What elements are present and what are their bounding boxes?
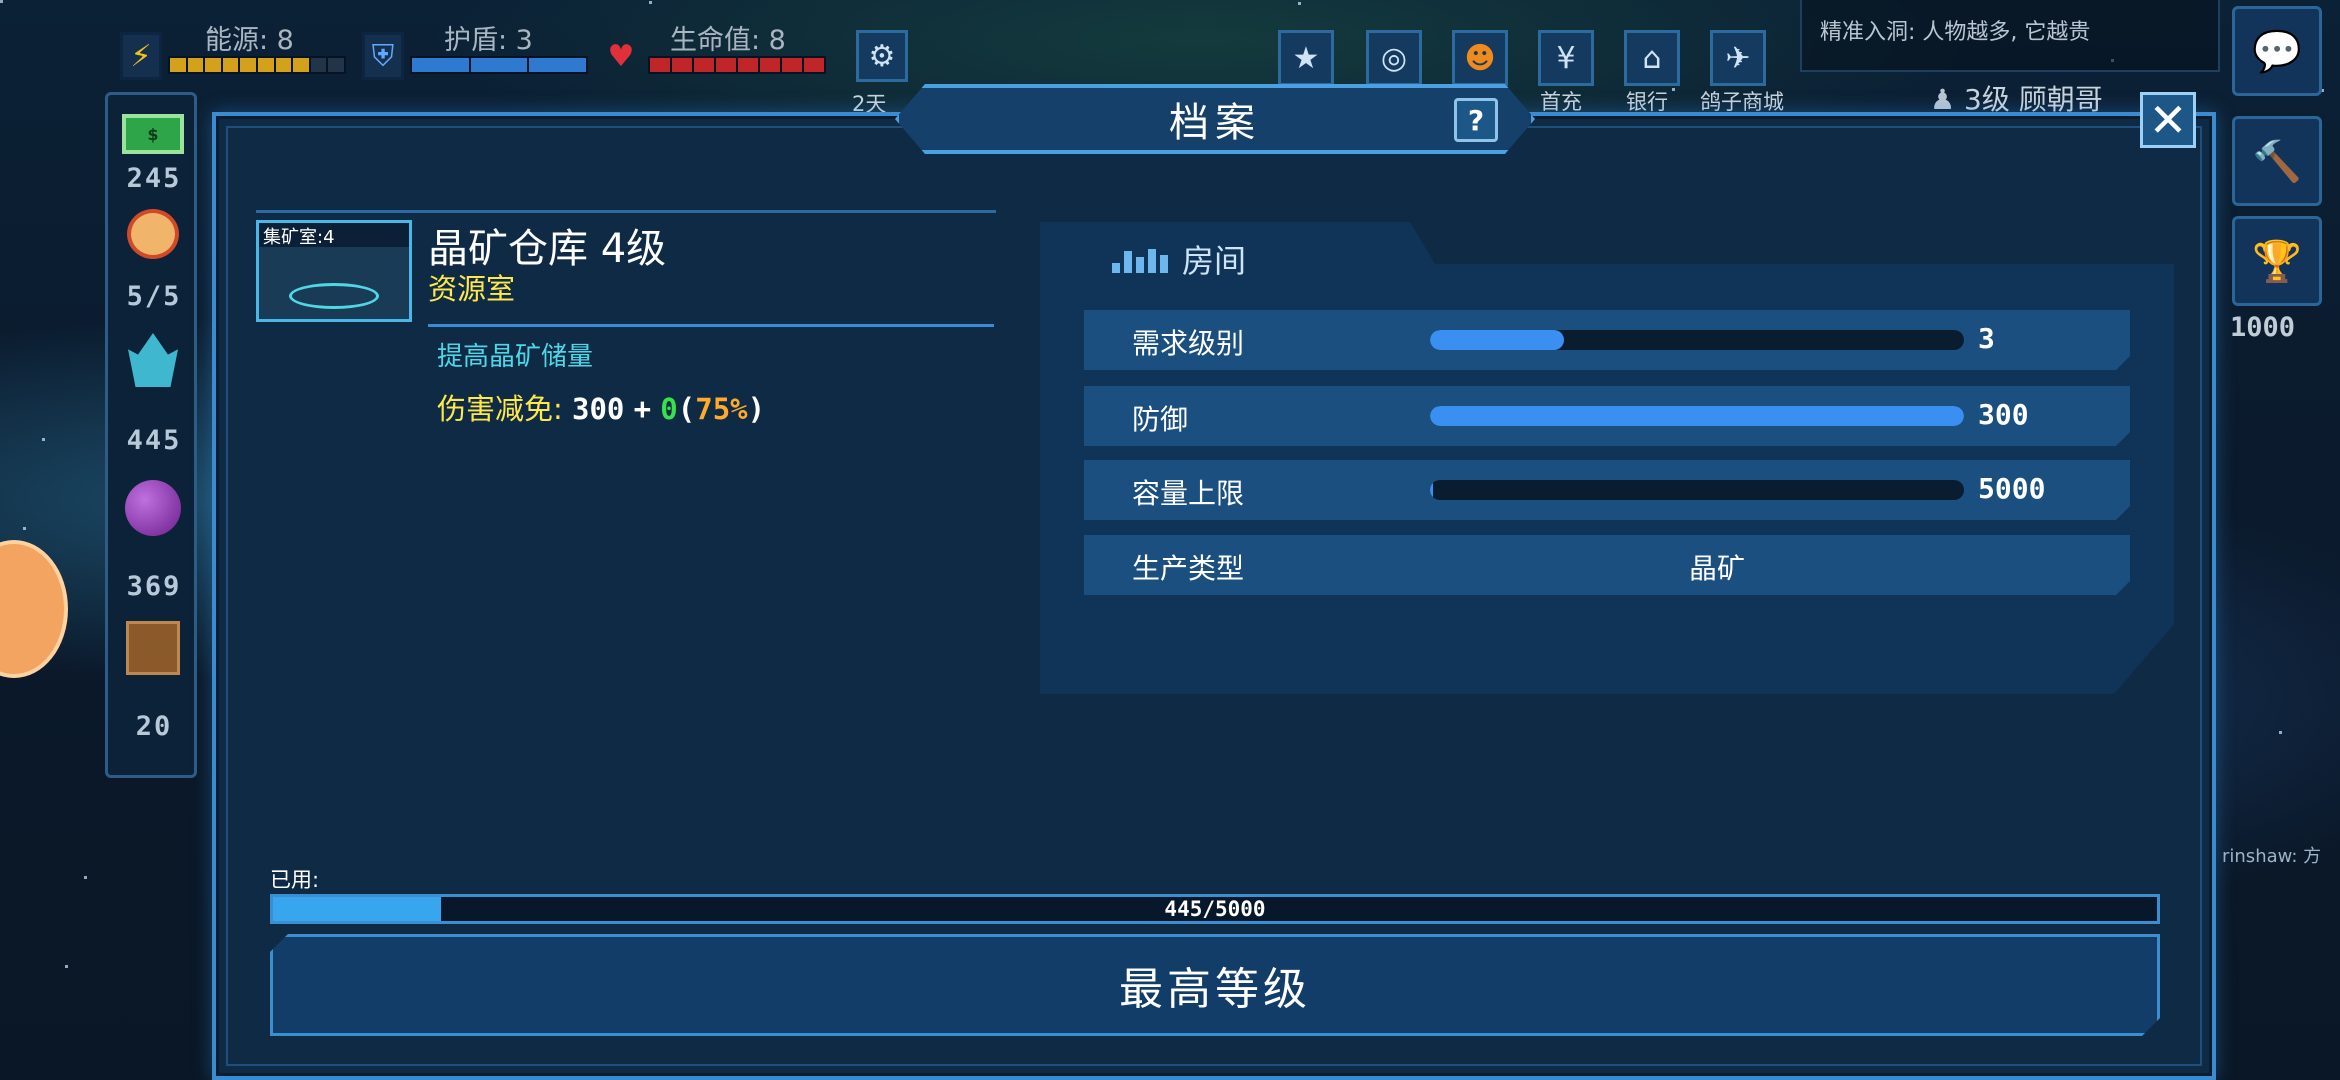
row-value: 5000 — [1978, 472, 2046, 505]
help-button[interactable]: ? — [1454, 98, 1498, 142]
stat-bonus: 0 — [660, 392, 678, 426]
room-row-defense: 防御 300 — [1084, 386, 2130, 446]
stat-percent: 75% — [695, 392, 748, 426]
hammer-icon: 🔨 — [2252, 138, 2302, 185]
usage-bar: 445/5000 — [270, 894, 2160, 924]
stat-label: 伤害减免: — [437, 392, 563, 426]
shield-icon: ⛨ — [362, 32, 404, 80]
pigeon-icon: ✈ — [1725, 40, 1751, 76]
row-label: 防御 — [1132, 403, 1189, 436]
crate-value: 20 — [135, 711, 173, 742]
room-heading: 房间 — [1112, 236, 1246, 282]
yen-icon: ¥ — [1556, 40, 1576, 76]
money-value: 245 — [126, 163, 182, 194]
top-button-bank[interactable]: ⌂ — [1624, 30, 1680, 86]
money-icon: $ — [122, 105, 184, 163]
top-button-pigeon[interactable]: ✈ — [1710, 30, 1766, 86]
energy-stat: 能源: 8 ⚡ — [120, 18, 350, 80]
row-label: 需求级别 — [1132, 327, 1245, 360]
panel-title: 档案 — [1169, 100, 1261, 146]
building-type: 资源室 — [428, 272, 516, 306]
row-bar — [1430, 406, 1964, 426]
max-level-label: 最高等级 — [1119, 964, 1311, 1015]
row-value: 晶矿 — [1688, 552, 1745, 585]
usage-text: 445/5000 — [1164, 897, 1266, 921]
row-bar — [1430, 480, 1964, 500]
timer-button[interactable]: ⚙ — [856, 30, 908, 82]
room-heading-label: 房间 — [1182, 242, 1247, 280]
panel-title-tab: 档案 — [895, 84, 1535, 154]
damage-reduction-stat: 伤害减免: 300 + 0(75%) — [437, 392, 766, 426]
energy-label: 能源: 8 — [205, 25, 294, 56]
building-description: 提高晶矿储量 — [437, 342, 594, 372]
trophy-value: 1000 — [2230, 312, 2296, 343]
close-button[interactable]: ✕ — [2140, 92, 2196, 148]
room-row-level: 需求级别 3 — [1084, 310, 2130, 370]
room-card — [1040, 222, 2174, 694]
hp-stat: 生命值: 8 ♥ — [600, 18, 830, 78]
row-value: 300 — [1978, 398, 2029, 431]
crew-icon — [122, 205, 184, 263]
usage-label: 已用: — [270, 868, 320, 892]
crystal-value: 445 — [126, 425, 182, 456]
mine-platform-icon — [289, 283, 379, 309]
energy-bar — [168, 56, 346, 74]
chat-bubble-icon: 💬 — [2252, 28, 2302, 75]
name-underline — [428, 324, 994, 327]
row-bar-fill — [1430, 330, 1564, 350]
bar-chart-icon — [1112, 245, 1168, 273]
shield-label: 护盾: 3 — [444, 25, 533, 56]
stat-base: 300 — [572, 392, 625, 426]
top-button-planet[interactable]: ◎ — [1366, 30, 1422, 86]
crate-icon — [122, 619, 184, 677]
heart-icon: ♥ — [607, 38, 635, 74]
shield-stat: 护盾: 3 ⛨ — [362, 18, 592, 80]
hp-bar — [648, 56, 826, 74]
planet-icon: ◎ — [1380, 40, 1408, 76]
trophy-button[interactable]: 🏆 — [2232, 216, 2322, 306]
hp-label: 生命值: 8 — [670, 25, 786, 56]
building-thumbnail: 集矿室:4 — [256, 220, 412, 322]
trophy-icon: 🏆 — [2252, 238, 2302, 285]
gear-icon: ⚙ — [868, 38, 896, 74]
top-button-yen[interactable]: ¥ — [1538, 30, 1594, 86]
fuel-orb-icon — [122, 479, 184, 537]
header-divider — [256, 210, 996, 213]
row-bar-fill — [1430, 480, 1433, 500]
build-button[interactable]: 🔨 — [2232, 116, 2322, 206]
room-row-capacity: 容量上限 5000 — [1084, 460, 2130, 520]
bank-icon: ⌂ — [1642, 40, 1662, 76]
top-button-star-badge[interactable]: ★ — [1278, 30, 1334, 86]
pumpkin-icon: ☻ — [1464, 40, 1496, 76]
row-bar-fill — [1430, 406, 1964, 426]
resource-sidebar: $ 245 5/5 445 369 20 — [105, 92, 197, 778]
row-label: 容量上限 — [1132, 477, 1245, 510]
star-badge-icon: ★ — [1292, 40, 1320, 76]
max-level-button[interactable]: 最高等级 — [270, 934, 2160, 1036]
ship-label: rinshaw: 方 — [2222, 846, 2322, 867]
room-row-production: 生产类型 晶矿 — [1084, 535, 2130, 595]
stat-plus: + — [633, 392, 652, 426]
row-value: 3 — [1978, 322, 1995, 355]
crystal-icon — [122, 331, 184, 389]
shield-bar — [410, 56, 588, 74]
thumbnail-label: 集矿室:4 — [259, 223, 409, 248]
row-bar — [1430, 330, 1964, 350]
top-button-pumpkin[interactable]: ☻ — [1452, 30, 1508, 86]
crew-value: 5/5 — [126, 281, 182, 312]
lightning-icon: ⚡ — [120, 32, 162, 80]
fuel-value: 369 — [126, 571, 182, 602]
news-ticker: 精准入洞: 人物越多, 它越贵 — [1800, 0, 2220, 72]
chat-button[interactable]: 💬 — [2232, 6, 2322, 96]
